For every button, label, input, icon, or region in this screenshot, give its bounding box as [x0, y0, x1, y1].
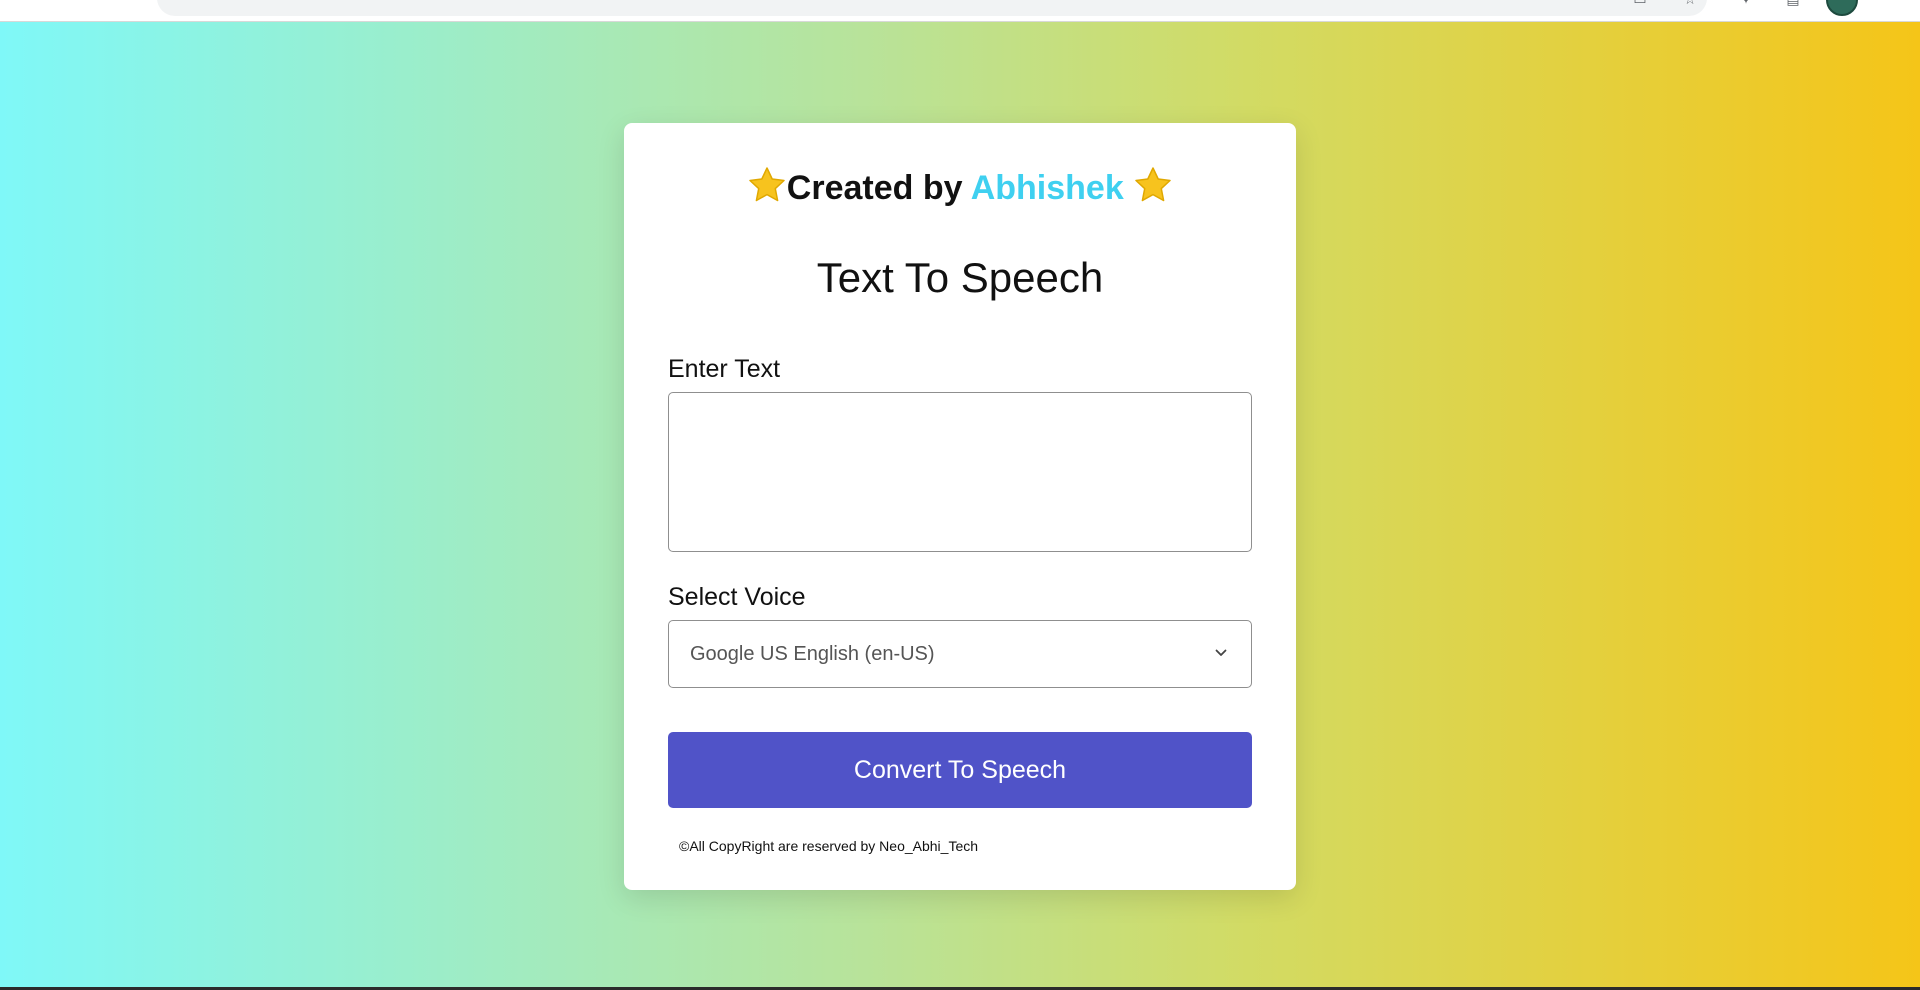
credit-author: Abhishek: [970, 169, 1124, 207]
enter-text-label: Enter Text: [668, 355, 781, 383]
sidebar-icon[interactable]: ▤: [1784, 0, 1802, 8]
copyright-text: ©All CopyRight are reserved by Neo_Abhi_…: [679, 838, 979, 854]
voice-selected-value: Google US English (en-US): [690, 643, 935, 665]
chevron-down-icon: [1215, 649, 1227, 656]
star-icon: [1135, 167, 1171, 202]
page-title: Text To Speech: [816, 254, 1104, 301]
select-voice-label: Select Voice: [668, 583, 806, 611]
text-input[interactable]: [668, 392, 1252, 552]
star-icon: [749, 167, 785, 202]
bookmark-icon[interactable]: ☆: [1681, 0, 1699, 8]
puzzle-icon[interactable]: ✦: [1737, 0, 1755, 8]
voice-select[interactable]: Google US English (en-US): [668, 620, 1252, 688]
address-bar[interactable]: [157, 0, 1707, 16]
browser-toolbar: ▭ ☆ ✦ ▤: [0, 0, 1920, 22]
convert-button[interactable]: Convert To Speech: [668, 732, 1252, 808]
credit-heading: Created by Abhishek: [624, 165, 1296, 209]
tts-card: Created by Abhishek Text To Speech Enter…: [624, 123, 1296, 890]
extension-icon[interactable]: ▭: [1631, 0, 1649, 8]
credit-prefix: Created by: [786, 169, 963, 207]
profile-avatar[interactable]: [1826, 0, 1858, 16]
